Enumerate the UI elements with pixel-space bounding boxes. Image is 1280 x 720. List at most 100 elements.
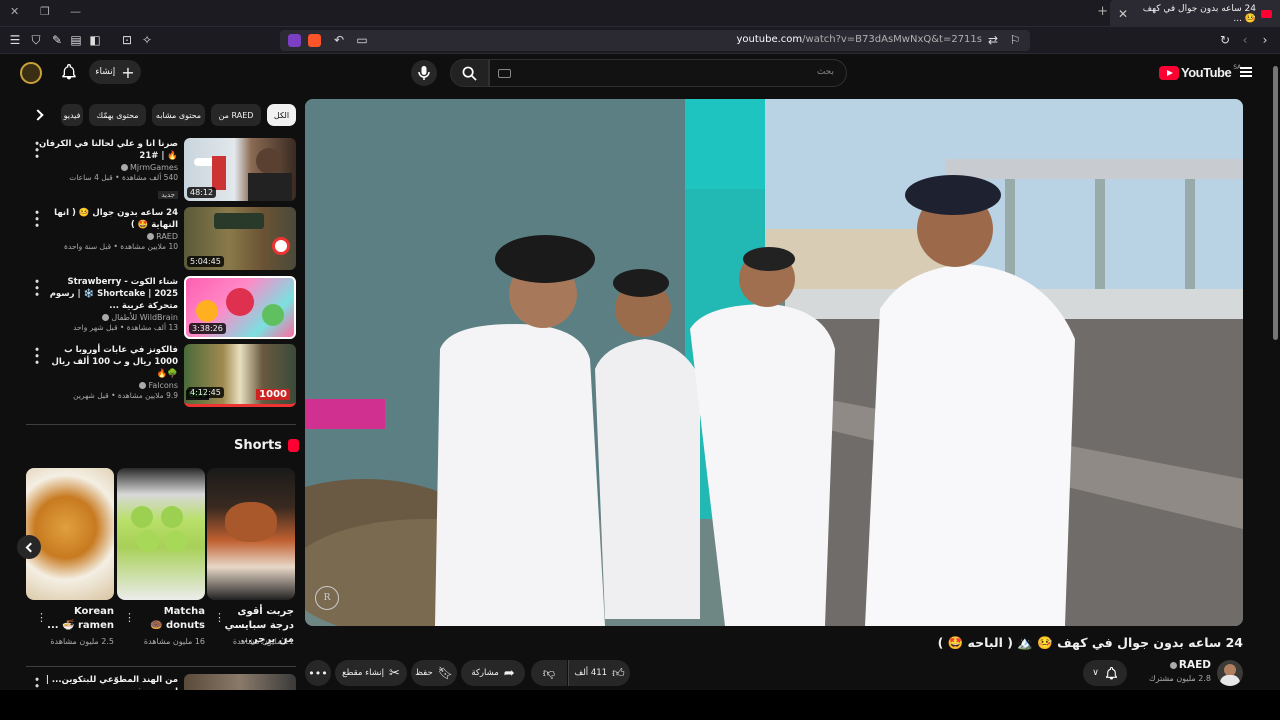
more-options-icon[interactable]: ⋮	[36, 611, 47, 624]
wallet-icon[interactable]: ▤	[69, 33, 83, 47]
bookmark-icon[interactable]: ⚐	[1008, 33, 1022, 47]
extensions-icon[interactable]: ✎	[50, 33, 64, 47]
channel-watermark[interactable]: R	[315, 586, 339, 610]
chip-for-you[interactable]: محتوى يهمّك	[89, 104, 146, 126]
url-bar[interactable]: ↶ ▭ youtube.com/watch?v=B73dAsMwNxQ&t=27…	[280, 30, 1030, 51]
tab-close-icon[interactable]: ✕	[1118, 7, 1128, 21]
search-button[interactable]	[450, 59, 489, 87]
like-button[interactable]: 👍︎ 411 ألف	[568, 660, 630, 686]
thumbs-up-icon: 👍︎	[612, 665, 625, 680]
page-scrollbar[interactable]	[1271, 54, 1280, 690]
chip-related[interactable]: محتوى مشابه	[152, 104, 205, 126]
duration-badge: 5:04:45	[187, 256, 224, 267]
list-item[interactable]: 48:12 صرنا انا و علي لحالنا في الكرفان 🔥…	[26, 138, 296, 202]
clip-button[interactable]: ✂ إنشاء مقطع	[335, 660, 407, 686]
create-button[interactable]: إنشاء +	[89, 60, 141, 84]
search-input[interactable]: بحث	[489, 59, 847, 87]
short-thumbnail[interactable]	[207, 468, 295, 600]
dislike-button[interactable]: 👎︎	[531, 660, 567, 686]
list-item[interactable]: 3:38:26 شتاء الكوت - Strawberry Shortcak…	[26, 276, 296, 340]
section-divider	[26, 424, 296, 425]
more-horizontal-icon: •••	[308, 666, 328, 680]
video-player[interactable]: R	[305, 99, 1243, 626]
search-placeholder: بحث	[816, 67, 834, 77]
share-page-icon[interactable]: ↶	[332, 33, 346, 47]
more-options-icon[interactable]: •••	[30, 140, 43, 159]
channel-name[interactable]: MjrmGames	[130, 163, 178, 172]
video-title[interactable]: من الهند المطوّعي للبتكوين... | ابو سعد …	[38, 674, 178, 690]
short-thumbnail[interactable]	[26, 468, 114, 600]
video-thumbnail[interactable]: 3:38:26	[184, 276, 296, 339]
shorts-prev-button[interactable]	[17, 535, 41, 559]
subscription-bell-button[interactable]: ∨	[1083, 660, 1127, 686]
channel-avatar[interactable]	[1217, 660, 1243, 686]
notifications-bell-icon[interactable]	[61, 64, 77, 80]
more-options-icon[interactable]: ⋮	[124, 611, 135, 624]
duration-badge: 3:38:26	[189, 323, 226, 334]
youtube-favicon-icon	[1261, 9, 1272, 18]
guide-menu-icon[interactable]	[1240, 67, 1252, 77]
channel-name[interactable]: RAED	[1179, 659, 1211, 671]
forward-icon[interactable]: ‹	[1238, 33, 1252, 47]
video-title[interactable]: صرنا انا و علي لحالنا في الكرفان 🔥 | #21	[38, 138, 178, 162]
puzzle-icon[interactable]: ✧	[140, 33, 154, 47]
channel-name-row[interactable]: RAED	[1168, 659, 1211, 671]
more-options-icon[interactable]: •••	[30, 209, 43, 228]
chip-from-channel[interactable]: من RAED	[211, 104, 261, 126]
browser-tab[interactable]: 24 ساعه بدون جوال في كهف 🤒 ... ✕	[1110, 0, 1280, 27]
list-item[interactable]: 5:04:45 24 ساعه بدون جوال 🤒 ( انها النها…	[26, 207, 296, 271]
menu-icon[interactable]: ☰	[8, 33, 22, 47]
reload-icon[interactable]: ↻	[1218, 33, 1232, 47]
vpn-icon[interactable]	[288, 34, 301, 47]
video-actions: ••• ✂ إنشاء مقطع 🔖︎ حفظ ➦ مشاركة 👎︎ 👍︎ 4…	[305, 660, 1005, 686]
short-title[interactable]: Korean ramen 🍜 ...	[36, 605, 114, 633]
list-item[interactable]: 000 1000 4:12:45 فالكونز في عابات أوروبا…	[26, 344, 296, 408]
channel-name[interactable]: Falcons	[148, 381, 178, 390]
video-thumbnail[interactable]: 5:04:45	[184, 207, 296, 270]
scissors-icon: ✂	[389, 665, 400, 681]
minimize-window-icon[interactable]: —	[70, 5, 81, 18]
chip-videos[interactable]: فيديو	[61, 104, 83, 126]
search-icon	[462, 66, 477, 81]
back-icon[interactable]: ›	[1258, 33, 1272, 47]
short-title[interactable]: Matcha donuts 🍩	[127, 605, 205, 633]
video-meta: 9.9 ملايين مشاهدة • قبل شهرين	[73, 391, 178, 400]
account-avatar[interactable]	[20, 62, 42, 84]
new-tab-button[interactable]: +	[1097, 4, 1108, 19]
brave-shield-icon[interactable]	[308, 34, 321, 47]
sidebar-icon[interactable]: ◧	[88, 33, 102, 47]
more-actions-button[interactable]: •••	[305, 660, 331, 686]
save-button[interactable]: 🔖︎ حفظ	[411, 660, 457, 686]
microphone-icon	[418, 66, 430, 80]
voice-search-button[interactable]	[411, 60, 437, 86]
video-title[interactable]: 24 ساعه بدون جوال 🤒 ( انها النهاية 🤩 )	[38, 207, 178, 231]
video-thumbnail[interactable]: 000 1000 4:12:45	[184, 344, 296, 407]
video-title[interactable]: فالكونز في عابات أوروبا ب 1000 ريال و ب …	[38, 344, 178, 380]
more-options-icon[interactable]: ⋮	[214, 611, 225, 624]
more-options-icon[interactable]: •••	[30, 278, 43, 297]
channel-name[interactable]: WildBrain للأطفال	[111, 313, 178, 322]
shorts-logo-icon	[287, 439, 299, 452]
short-thumbnail[interactable]	[117, 468, 205, 600]
list-item[interactable]: من الهند المطوّعي للبتكوين... | ابو سعد …	[26, 674, 296, 690]
youtube-logo[interactable]: YouTube SA	[1159, 64, 1241, 80]
clip-label: إنشاء مقطع	[342, 668, 385, 678]
keyboard-icon[interactable]	[498, 69, 511, 78]
reader-icon[interactable]: ▭	[355, 33, 369, 47]
close-window-icon[interactable]: ✕	[10, 5, 19, 18]
permissions-icon[interactable]: ⇄	[986, 33, 1000, 47]
section-divider	[26, 666, 296, 667]
more-options-icon[interactable]: •••	[30, 676, 43, 690]
video-thumbnail[interactable]: 48:12	[184, 138, 296, 201]
restore-window-icon[interactable]: ❐	[40, 5, 50, 18]
scrollbar-thumb[interactable]	[1273, 66, 1278, 340]
chip-all[interactable]: الكل	[267, 104, 296, 126]
channel-name[interactable]: RAED	[156, 232, 178, 241]
share-button[interactable]: ➦ مشاركة	[461, 660, 525, 686]
shield-icon[interactable]: ⛉	[29, 33, 43, 47]
more-options-icon[interactable]: •••	[30, 346, 43, 365]
screenshot-icon[interactable]: ⊡	[120, 33, 134, 47]
url-text: youtube.com/watch?v=B73dAsMwNxQ&t=2711s	[736, 34, 982, 45]
video-thumbnail[interactable]	[184, 674, 296, 690]
video-title[interactable]: شتاء الكوت - Strawberry Shortcake | 2025…	[38, 276, 178, 312]
